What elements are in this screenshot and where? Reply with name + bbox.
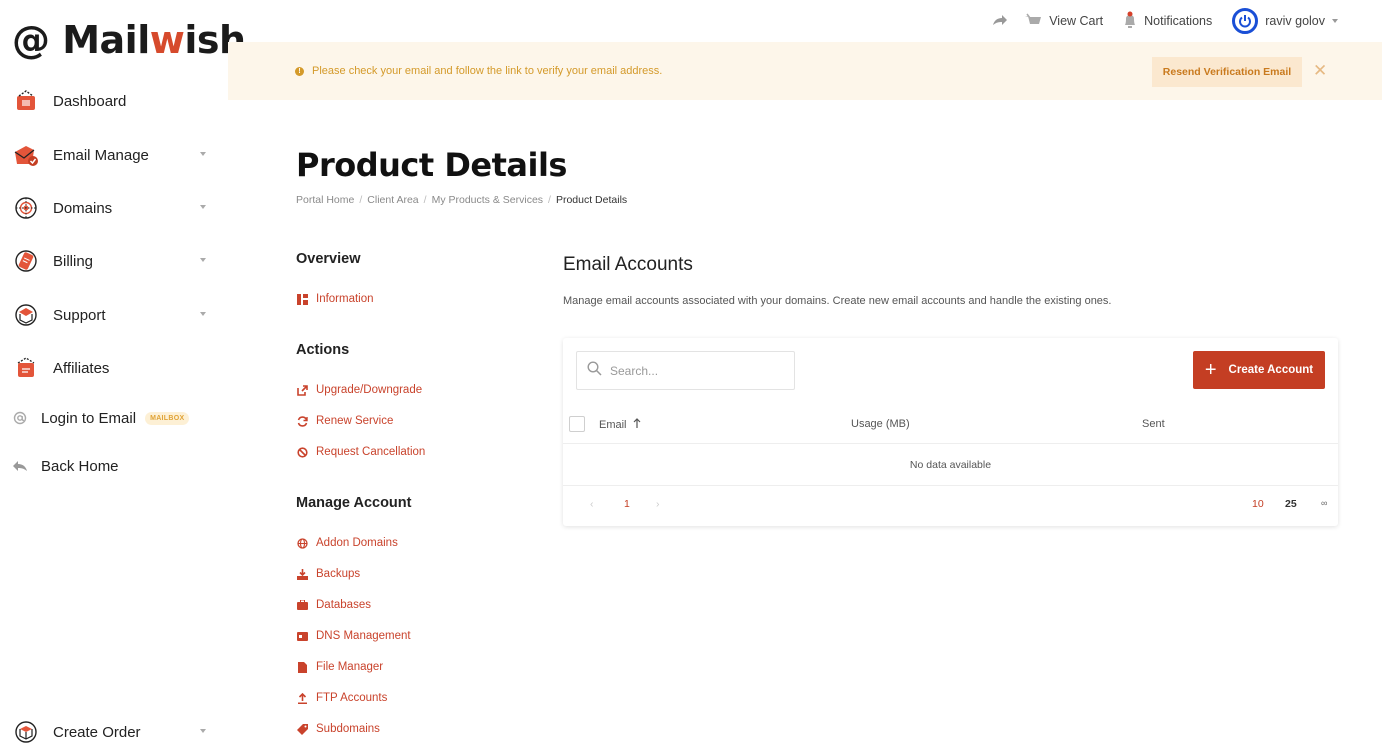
sort-up-icon bbox=[633, 418, 641, 431]
chevron-down-icon bbox=[200, 205, 206, 209]
search-input[interactable] bbox=[610, 363, 780, 378]
sidebar-item-login-to-email[interactable]: Login to Email MAILBOX bbox=[0, 398, 228, 438]
breadcrumb-current: Product Details bbox=[555, 194, 628, 206]
close-icon[interactable]: ✕ bbox=[1313, 62, 1327, 79]
ban-icon bbox=[296, 446, 308, 458]
chevron-down-icon bbox=[200, 729, 206, 733]
link-subdomains[interactable]: Subdomains bbox=[296, 721, 380, 737]
sidebar-item-back-home[interactable]: Back Home bbox=[0, 446, 228, 486]
empty-state: No data available bbox=[563, 445, 1338, 486]
user-name: raviv golov bbox=[1265, 14, 1325, 28]
logo-mark: w bbox=[149, 18, 185, 62]
chevron-right-icon[interactable]: › bbox=[656, 498, 660, 510]
sidebar: @ Mailwish Dashboard Email Manage Domain… bbox=[0, 0, 246, 748]
select-all-checkbox[interactable] bbox=[569, 416, 585, 432]
mailwish-logo[interactable]: @ Mailwish bbox=[12, 18, 246, 62]
billing-icon bbox=[12, 247, 40, 275]
link-renew-service[interactable]: Renew Service bbox=[296, 413, 393, 429]
table-header: Email Usage (MB) Sent bbox=[563, 408, 1338, 444]
download-tray-icon bbox=[296, 568, 308, 580]
refresh-icon bbox=[296, 415, 308, 427]
overview-heading: Overview bbox=[296, 251, 361, 267]
pagination: ‹ 1 › 10 25 ∞ bbox=[563, 498, 1338, 514]
affiliates-icon bbox=[12, 354, 40, 382]
upload-icon bbox=[296, 692, 308, 704]
cart-icon bbox=[1024, 13, 1042, 30]
back-arrow-icon bbox=[12, 452, 28, 480]
link-file-manager[interactable]: File Manager bbox=[296, 659, 383, 675]
email-accounts-title: Email Accounts bbox=[563, 254, 693, 275]
briefcase-icon bbox=[296, 599, 308, 611]
notifications-link[interactable]: Notifications bbox=[1119, 11, 1212, 32]
chevron-down-icon bbox=[200, 152, 206, 156]
globe-icon bbox=[296, 537, 308, 549]
plus-icon: + bbox=[1204, 359, 1217, 381]
share-arrow-icon bbox=[992, 14, 1008, 29]
email-accounts-description: Manage email accounts associated with yo… bbox=[563, 295, 1112, 307]
file-icon bbox=[296, 661, 308, 673]
sidebar-item-domains[interactable]: Domains bbox=[0, 188, 228, 228]
email-accounts-table-card: + Create Account Email Usage (MB) Sent N… bbox=[563, 338, 1338, 526]
page-size-25[interactable]: 25 bbox=[1285, 498, 1297, 510]
link-addon-domains[interactable]: Addon Domains bbox=[296, 535, 398, 551]
chevron-down-icon bbox=[200, 312, 206, 316]
link-request-cancellation[interactable]: Request Cancellation bbox=[296, 444, 425, 460]
info-grid-icon bbox=[296, 293, 308, 305]
sidebar-item-affiliates[interactable]: Affiliates bbox=[0, 348, 228, 388]
link-information[interactable]: Information bbox=[296, 291, 374, 307]
view-cart-link[interactable]: View Cart bbox=[1024, 13, 1103, 30]
id-card-icon bbox=[296, 630, 308, 642]
breadcrumb-products-services[interactable]: My Products & Services bbox=[432, 194, 543, 206]
link-dns-management[interactable]: DNS Management bbox=[296, 628, 411, 644]
exclamation-icon: ! bbox=[295, 67, 304, 76]
chevron-down-icon bbox=[1332, 19, 1338, 23]
column-usage[interactable]: Usage (MB) bbox=[851, 418, 910, 430]
sidebar-item-billing[interactable]: Billing bbox=[0, 241, 228, 281]
resend-verification-button[interactable]: Resend Verification Email bbox=[1152, 57, 1302, 87]
link-databases[interactable]: Databases bbox=[296, 597, 371, 613]
link-ftp-accounts[interactable]: FTP Accounts bbox=[296, 690, 387, 706]
share-button[interactable] bbox=[992, 14, 1008, 29]
page-size-all[interactable]: ∞ bbox=[1321, 498, 1327, 508]
email-manage-icon bbox=[12, 141, 40, 169]
dashboard-icon bbox=[12, 87, 40, 115]
sidebar-item-dashboard[interactable]: Dashboard bbox=[0, 81, 228, 121]
create-account-button[interactable]: + Create Account bbox=[1193, 351, 1325, 389]
link-backups[interactable]: Backups bbox=[296, 566, 360, 582]
alert-message: Please check your email and follow the l… bbox=[312, 65, 663, 77]
user-menu[interactable]: raviv golov bbox=[1232, 8, 1338, 34]
page-title: Product Details bbox=[296, 146, 567, 184]
breadcrumb: Portal Home / Client Area / My Products … bbox=[296, 194, 628, 206]
column-sent[interactable]: Sent bbox=[1142, 418, 1165, 430]
link-upgrade-downgrade[interactable]: Upgrade/Downgrade bbox=[296, 382, 422, 398]
mailbox-badge: MAILBOX bbox=[145, 411, 190, 425]
external-link-icon bbox=[296, 384, 308, 396]
at-icon bbox=[12, 404, 28, 432]
sidebar-item-email-manage[interactable]: Email Manage bbox=[0, 135, 228, 175]
chevron-down-icon bbox=[200, 258, 206, 262]
bell-icon bbox=[1123, 11, 1137, 32]
sidebar-item-support[interactable]: Support bbox=[0, 295, 228, 335]
top-bar: View Cart Notifications raviv golov bbox=[228, 0, 1382, 42]
breadcrumb-client-area[interactable]: Client Area bbox=[367, 194, 418, 206]
search-box[interactable] bbox=[576, 351, 795, 390]
chevron-left-icon[interactable]: ‹ bbox=[590, 498, 594, 510]
domains-icon bbox=[12, 194, 40, 222]
power-icon bbox=[1232, 8, 1259, 34]
column-email[interactable]: Email bbox=[599, 418, 641, 431]
search-icon bbox=[587, 360, 602, 381]
page-size-10[interactable]: 10 bbox=[1252, 498, 1264, 510]
actions-heading: Actions bbox=[296, 342, 350, 358]
manage-account-heading: Manage Account bbox=[296, 495, 412, 511]
page-number[interactable]: 1 bbox=[624, 498, 630, 510]
breadcrumb-portal-home[interactable]: Portal Home bbox=[296, 194, 354, 206]
verification-alert: ! Please check your email and follow the… bbox=[228, 42, 1382, 100]
tag-icon bbox=[296, 723, 308, 735]
box-icon bbox=[12, 718, 40, 746]
support-icon bbox=[12, 301, 40, 329]
sidebar-item-create-order[interactable]: Create Order bbox=[0, 712, 228, 748]
